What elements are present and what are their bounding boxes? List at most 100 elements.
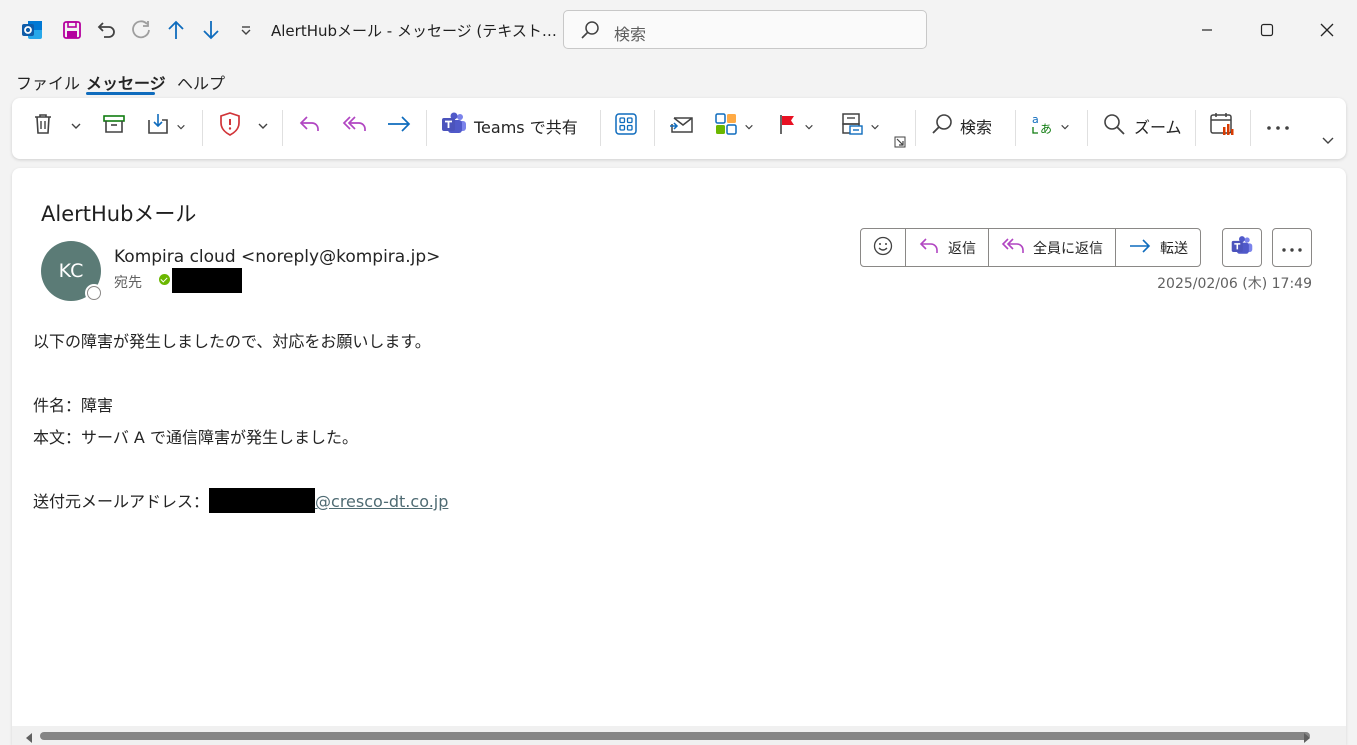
flag-icon [776, 112, 800, 140]
teams-icon [440, 111, 468, 141]
move-button[interactable] [146, 110, 186, 142]
search-icon [930, 112, 954, 140]
more-actions-button[interactable] [1272, 228, 1312, 267]
maximize-button[interactable] [1253, 16, 1281, 44]
ribbon-reply-button[interactable] [298, 110, 322, 142]
chevron-down-icon [1060, 117, 1070, 136]
ribbon-forward-button[interactable] [386, 110, 412, 142]
chevron-down-icon [257, 117, 269, 136]
delete-dropdown[interactable] [70, 110, 82, 142]
reply-label: 返信 [948, 240, 976, 257]
tab-message[interactable]: メッセージ [86, 70, 166, 94]
expand-ribbon-button[interactable] [1321, 132, 1335, 152]
viva-insights-icon [1209, 111, 1235, 141]
emoji-reaction-button[interactable] [861, 229, 906, 266]
dialog-launcher-button[interactable] [894, 134, 906, 150]
report-dropdown[interactable] [257, 110, 269, 142]
forward-icon [386, 112, 412, 140]
scrollbar-thumb[interactable] [40, 732, 1310, 740]
sender-address-link[interactable]: @cresco-dt.co.jp [315, 492, 448, 511]
close-icon [1320, 23, 1334, 37]
title-bar: AlertHubメール - メッセージ (テキスト… 検索 [0, 0, 1357, 60]
redacted-recipient[interactable] [172, 268, 242, 293]
flag-button[interactable] [776, 110, 814, 142]
scroll-left-icon[interactable] [24, 729, 34, 745]
message-subject: AlertHubメール [41, 202, 197, 226]
delete-button[interactable] [32, 110, 54, 142]
ribbon-separator [1087, 110, 1088, 146]
ribbon-reply-all-button[interactable] [342, 110, 368, 142]
move-icon [146, 112, 172, 140]
ribbon-separator [282, 110, 283, 146]
apps-button[interactable] [614, 110, 638, 142]
read-unread-button[interactable] [668, 110, 696, 142]
reply-button[interactable]: 返信 [906, 229, 989, 266]
ribbon-separator [915, 110, 916, 146]
reply-icon [298, 112, 322, 140]
translate-icon: aあ [1030, 111, 1056, 141]
ribbon-separator [600, 110, 601, 146]
chevron-down-icon [744, 117, 754, 136]
next-item-icon[interactable] [198, 17, 224, 43]
customize-quick-access-icon[interactable] [233, 17, 259, 43]
emoji-icon [873, 236, 893, 260]
delete-icon [32, 112, 54, 140]
save-icon[interactable] [59, 17, 85, 43]
ribbon-search-button[interactable]: 検索 [930, 110, 992, 142]
tab-help[interactable]: ヘルプ [177, 70, 225, 94]
teams-share-button[interactable]: Teams で共有 [440, 110, 578, 142]
forward-label: 転送 [1160, 240, 1188, 257]
ribbon-separator [1195, 110, 1196, 146]
minimize-icon [1202, 29, 1212, 31]
presence-status-icon [85, 284, 103, 302]
svg-text:あ: あ [1040, 122, 1052, 136]
report-button[interactable] [218, 110, 242, 142]
reply-all-label: 全員に返信 [1033, 240, 1103, 257]
horizontal-scrollbar[interactable] [12, 726, 1346, 745]
policy-button[interactable] [840, 110, 880, 142]
chevron-down-icon [176, 117, 186, 136]
body-line-3: 本文：サーバ A で通信障害が発生しました。 [33, 428, 358, 447]
translate-button[interactable]: aあ [1030, 110, 1070, 142]
reading-pane: AlertHubメール KC Kompira cloud <noreply@ko… [12, 168, 1346, 745]
ribbon-separator [426, 110, 427, 146]
sender-name[interactable]: Kompira cloud <noreply@kompira.jp> [114, 247, 440, 267]
zoom-button[interactable]: ズーム [1102, 110, 1182, 142]
apps-icon [614, 112, 638, 140]
recipient-status-icon [159, 274, 170, 285]
to-label: 宛先 [114, 275, 142, 291]
search-icon [580, 20, 600, 44]
teams-chat-button[interactable] [1222, 228, 1262, 267]
search-placeholder: 検索 [614, 25, 647, 44]
tab-file[interactable]: ファイル [16, 70, 80, 94]
scroll-right-icon[interactable] [1302, 729, 1312, 745]
categorize-icon [714, 112, 740, 140]
body-line-4: 送付元メールアドレス： @cresco-dt.co.jp [33, 488, 448, 513]
reply-all-icon [342, 112, 368, 140]
outlook-icon[interactable] [19, 17, 45, 43]
ribbon-separator [202, 110, 203, 146]
previous-item-icon[interactable] [163, 17, 189, 43]
chevron-down-icon [70, 117, 82, 136]
active-tab-indicator [86, 92, 155, 95]
chevron-down-icon [804, 117, 814, 136]
categorize-button[interactable] [714, 110, 754, 142]
archive-button[interactable] [102, 110, 126, 142]
window-title: AlertHubメール - メッセージ (テキスト… [271, 22, 557, 40]
redacted-address [209, 488, 316, 513]
policy-icon [840, 112, 866, 140]
close-button[interactable] [1313, 16, 1341, 44]
minimize-button[interactable] [1193, 16, 1221, 44]
search-box[interactable]: 検索 [563, 10, 927, 49]
redo-icon[interactable] [128, 17, 154, 43]
viva-insights-button[interactable] [1209, 110, 1235, 142]
reply-icon [918, 236, 940, 260]
ribbon-separator [654, 110, 655, 146]
undo-icon[interactable] [93, 17, 119, 43]
reply-all-button[interactable]: 全員に返信 [989, 229, 1116, 266]
maximize-icon [1260, 23, 1274, 37]
shield-report-icon [218, 111, 242, 141]
body-line-1: 以下の障害が発生しましたので、対応をお願いします。 [33, 332, 431, 351]
more-commands-button[interactable] [1265, 110, 1291, 142]
forward-button[interactable]: 転送 [1116, 229, 1200, 266]
